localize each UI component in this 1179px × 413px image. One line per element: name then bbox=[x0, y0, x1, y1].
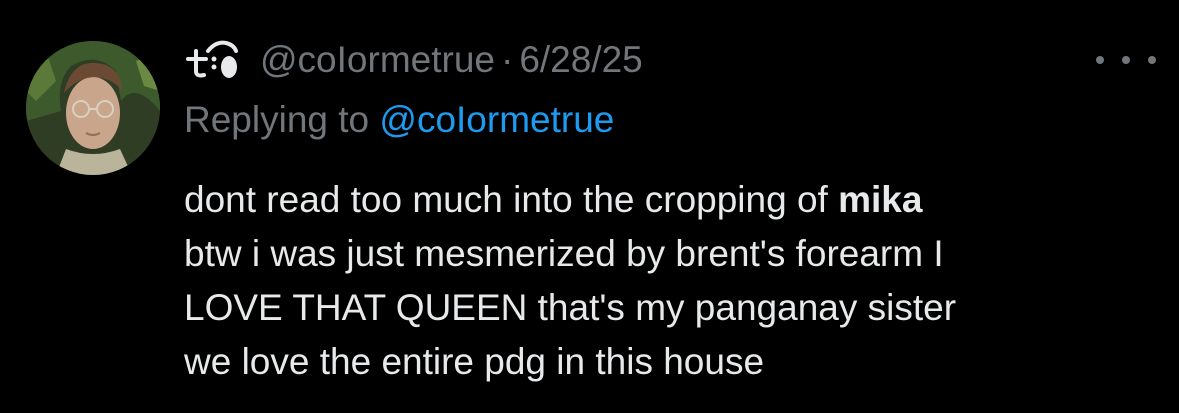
more-options-icon bbox=[1096, 56, 1104, 64]
display-name[interactable] bbox=[184, 32, 246, 88]
tweet[interactable]: @coIormetrue · 6/28/25 Replying to @coIo… bbox=[0, 0, 1179, 413]
replying-to-label: Replying to bbox=[184, 99, 380, 140]
tweet-date[interactable]: 6/28/25 bbox=[519, 32, 642, 88]
tweet-text-segment: dont read too much into the cropping of bbox=[184, 179, 839, 220]
more-options-icon-dot bbox=[1148, 56, 1156, 64]
header-separator: · bbox=[500, 39, 514, 80]
replying-to: Replying to @coIormetrue bbox=[184, 95, 614, 145]
more-options-button[interactable] bbox=[1096, 44, 1156, 76]
replying-to-mention[interactable]: @coIormetrue bbox=[379, 99, 614, 140]
more-options-icon-dot bbox=[1122, 56, 1130, 64]
avatar[interactable] bbox=[26, 41, 160, 175]
tweet-text-bold: mika bbox=[838, 179, 923, 220]
tweet-text-line-4: we love the entire pdg in this house bbox=[184, 341, 765, 382]
tweet-text-line-2: btw i was just mesmerized by brent's for… bbox=[184, 233, 944, 274]
tweet-text: dont read too much into the cropping of … bbox=[184, 173, 1144, 389]
avatar-image bbox=[26, 41, 160, 175]
display-name-glyph-icon bbox=[186, 40, 238, 78]
author-handle[interactable]: @coIormetrue bbox=[260, 32, 495, 88]
tweet-text-line-1: dont read too much into the cropping of … bbox=[184, 173, 1144, 227]
tweet-header: @coIormetrue · 6/28/25 bbox=[184, 32, 643, 88]
tweet-text-line-3: LOVE THAT QUEEN that's my panganay siste… bbox=[184, 287, 957, 328]
